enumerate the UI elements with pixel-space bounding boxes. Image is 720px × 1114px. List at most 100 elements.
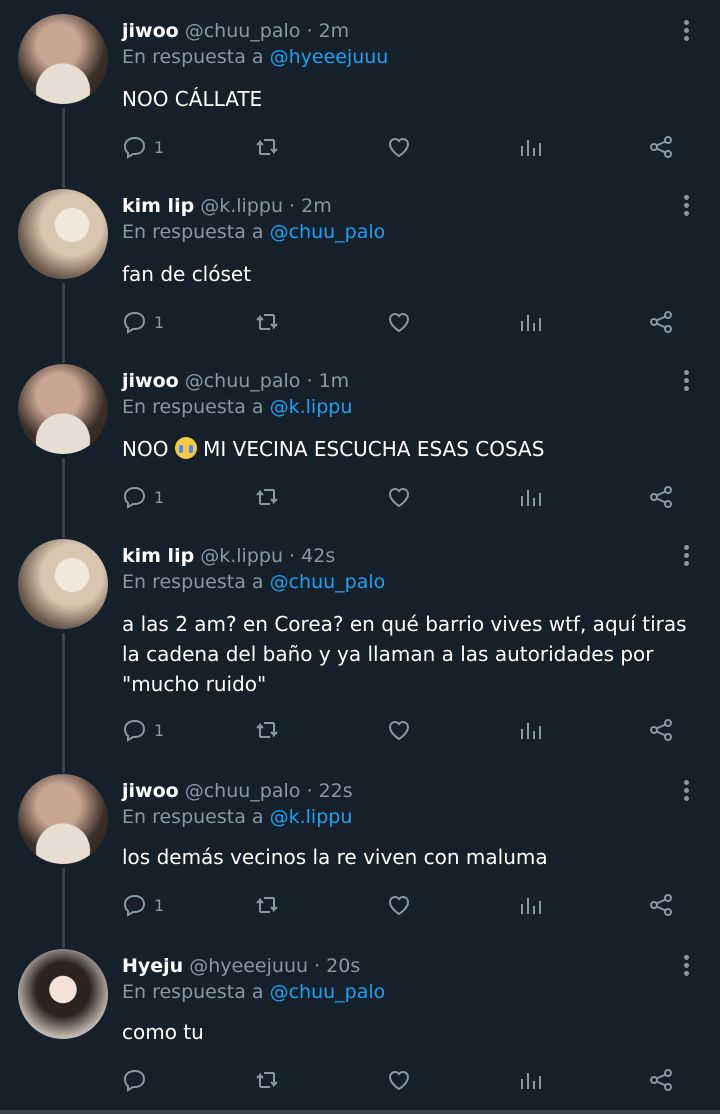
separator: · bbox=[306, 370, 313, 392]
reply-mention-link[interactable]: @chuu_palo bbox=[270, 221, 386, 243]
more-options-icon[interactable] bbox=[682, 370, 690, 394]
heart-icon bbox=[388, 896, 410, 916]
heart-icon bbox=[388, 1071, 410, 1091]
reply-prefix: En respuesta a bbox=[122, 46, 264, 68]
tweet-actions: 1 bbox=[122, 307, 682, 337]
retweet-button[interactable] bbox=[254, 132, 280, 162]
handle[interactable]: @k.lippu bbox=[200, 545, 283, 567]
avatar[interactable] bbox=[18, 364, 108, 454]
reply-context: En respuesta a @k.lippu bbox=[122, 396, 352, 418]
reply-icon bbox=[123, 486, 146, 509]
retweet-button[interactable] bbox=[254, 890, 280, 920]
retweet-button[interactable] bbox=[254, 482, 280, 512]
avatar[interactable] bbox=[18, 14, 108, 104]
reply-prefix: En respuesta a bbox=[122, 806, 264, 828]
timestamp[interactable]: 2m bbox=[319, 20, 350, 42]
tweet[interactable]: jiwoo @chuu_palo · 22s En respuesta a @k… bbox=[0, 774, 720, 934]
handle[interactable]: @k.lippu bbox=[200, 195, 283, 217]
tweet-text-part: NOO bbox=[122, 437, 169, 461]
avatar[interactable] bbox=[18, 774, 108, 864]
tweet[interactable]: kim lip @k.lippu · 2m En respuesta a @ch… bbox=[0, 189, 720, 349]
like-button[interactable] bbox=[386, 482, 412, 512]
analytics-button[interactable] bbox=[518, 482, 544, 512]
share-button[interactable] bbox=[648, 715, 674, 745]
retweet-button[interactable] bbox=[254, 1065, 280, 1095]
tweet[interactable]: jiwoo @chuu_palo · 1m En respuesta a @k.… bbox=[0, 364, 720, 524]
handle[interactable]: @chuu_palo bbox=[185, 20, 301, 42]
display-name[interactable]: Hyeju bbox=[122, 955, 183, 977]
reply-button[interactable]: 1 bbox=[122, 715, 164, 745]
reply-count: 1 bbox=[154, 137, 165, 157]
tweet-text: NOO MI VECINA ESCUCHA ESAS COSAS bbox=[122, 434, 702, 464]
like-button[interactable] bbox=[386, 1065, 412, 1095]
tweet[interactable]: jiwoo @chuu_palo · 2m En respuesta a @hy… bbox=[0, 14, 720, 174]
heart-icon bbox=[388, 313, 410, 333]
reply-icon bbox=[123, 719, 146, 742]
analytics-button[interactable] bbox=[518, 1065, 544, 1095]
reply-mention-link[interactable]: @hyeeejuuu bbox=[270, 46, 389, 68]
reply-button[interactable]: 1 bbox=[122, 482, 164, 512]
analytics-button[interactable] bbox=[518, 307, 544, 337]
tweet-actions: 1 bbox=[122, 715, 682, 745]
share-button[interactable] bbox=[648, 890, 674, 920]
more-options-icon[interactable] bbox=[682, 545, 690, 569]
share-button[interactable] bbox=[648, 132, 674, 162]
separator: · bbox=[306, 780, 313, 802]
retweet-button[interactable] bbox=[254, 307, 280, 337]
avatar[interactable] bbox=[18, 949, 108, 1039]
tweet[interactable]: kim lip @k.lippu · 42s En respuesta a @c… bbox=[0, 539, 720, 759]
timestamp[interactable]: 1m bbox=[319, 370, 350, 392]
timestamp[interactable]: 2m bbox=[301, 195, 332, 217]
display-name[interactable]: jiwoo bbox=[122, 780, 179, 802]
reply-mention-link[interactable]: @k.lippu bbox=[270, 806, 353, 828]
timestamp[interactable]: 20s bbox=[326, 955, 360, 977]
tweet-text: como tu bbox=[122, 1020, 204, 1044]
like-button[interactable] bbox=[386, 132, 412, 162]
share-button[interactable] bbox=[648, 1065, 674, 1095]
handle[interactable]: @hyeeejuuu bbox=[189, 955, 308, 977]
handle[interactable]: @chuu_palo bbox=[185, 780, 301, 802]
analytics-button[interactable] bbox=[518, 890, 544, 920]
analytics-icon bbox=[521, 490, 541, 506]
retweet-icon bbox=[256, 897, 278, 913]
tweet-header: jiwoo @chuu_palo · 1m bbox=[122, 370, 349, 392]
avatar[interactable] bbox=[18, 539, 108, 629]
reply-button[interactable]: 1 bbox=[122, 132, 164, 162]
avatar[interactable] bbox=[18, 189, 108, 279]
timestamp[interactable]: 42s bbox=[301, 545, 335, 567]
reply-mention-link[interactable]: @k.lippu bbox=[270, 396, 353, 418]
tweet-text: fan de clóset bbox=[122, 262, 252, 286]
retweet-icon bbox=[256, 314, 278, 330]
more-options-icon[interactable] bbox=[682, 780, 690, 804]
share-icon bbox=[650, 894, 672, 916]
separator: · bbox=[289, 195, 296, 217]
display-name[interactable]: kim lip bbox=[122, 195, 194, 217]
more-options-icon[interactable] bbox=[682, 195, 690, 219]
analytics-button[interactable] bbox=[518, 132, 544, 162]
more-options-icon[interactable] bbox=[682, 955, 690, 979]
reply-context: En respuesta a @chuu_palo bbox=[122, 221, 385, 243]
display-name[interactable]: jiwoo bbox=[122, 20, 179, 42]
reply-button[interactable]: 1 bbox=[122, 890, 164, 920]
like-button[interactable] bbox=[386, 715, 412, 745]
handle[interactable]: @chuu_palo bbox=[185, 370, 301, 392]
reply-mention-link[interactable]: @chuu_palo bbox=[270, 571, 386, 593]
like-button[interactable] bbox=[386, 890, 412, 920]
retweet-button[interactable] bbox=[254, 715, 280, 745]
share-icon bbox=[650, 1069, 672, 1091]
reply-button[interactable] bbox=[122, 1065, 154, 1095]
share-icon bbox=[650, 719, 672, 741]
share-button[interactable] bbox=[648, 307, 674, 337]
like-button[interactable] bbox=[386, 307, 412, 337]
timestamp[interactable]: 22s bbox=[319, 780, 353, 802]
more-options-icon[interactable] bbox=[682, 20, 690, 44]
separator: · bbox=[306, 20, 313, 42]
share-button[interactable] bbox=[648, 482, 674, 512]
reply-count: 1 bbox=[154, 312, 165, 332]
tweet[interactable]: Hyeju @hyeeejuuu · 20s En respuesta a @c… bbox=[0, 949, 720, 1109]
display-name[interactable]: jiwoo bbox=[122, 370, 179, 392]
display-name[interactable]: kim lip bbox=[122, 545, 194, 567]
reply-button[interactable]: 1 bbox=[122, 307, 164, 337]
analytics-button[interactable] bbox=[518, 715, 544, 745]
reply-mention-link[interactable]: @chuu_palo bbox=[270, 981, 386, 1003]
